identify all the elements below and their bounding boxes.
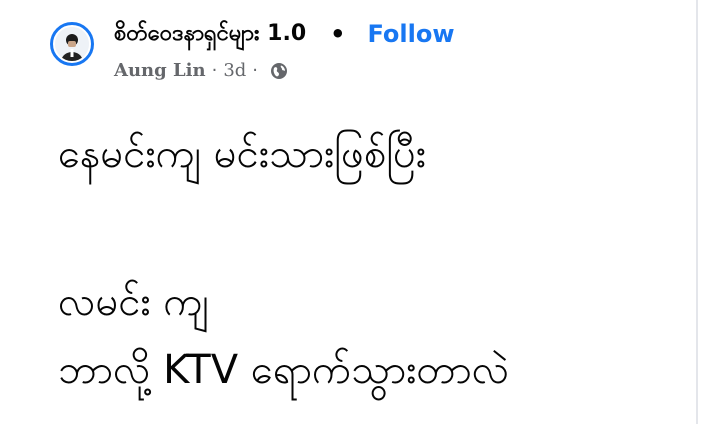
post-meta: Aung Lin · 3d ·: [114, 60, 700, 81]
post-text-line: ဘာလို့ KTV ရောက်သွားတာလဲ: [58, 347, 510, 393]
title-separator: •: [330, 20, 346, 48]
title-row: စိတ်ဝေဒနာရှင်များ 1.0 • Follow: [114, 14, 700, 54]
globe-icon[interactable]: [270, 62, 288, 80]
post-text-line: လမင်း ကျ: [58, 279, 209, 325]
author-link[interactable]: Aung Lin: [114, 60, 206, 81]
follow-button[interactable]: Follow: [368, 20, 455, 48]
person-icon: [55, 27, 89, 61]
post-card: စိတ်ဝေဒနာရှင်များ 1.0 • Follow Aung Lin …: [0, 0, 720, 424]
group-name-link[interactable]: စိတ်ဝေဒနာရှင်များ 1.0: [114, 18, 306, 51]
post-timestamp[interactable]: 3d: [223, 60, 246, 81]
post-text-line: နေမင်းကျ မင်းသားဖြစ်ပြီး: [58, 131, 427, 177]
header-text: စိတ်ဝေဒနာရှင်များ 1.0 • Follow Aung Lin …: [114, 14, 700, 81]
meta-separator: ·: [252, 60, 259, 81]
group-avatar[interactable]: [50, 22, 94, 66]
post-header: စိတ်ဝေဒနာရှင်များ 1.0 • Follow Aung Lin …: [50, 14, 700, 94]
meta-separator: ·: [211, 60, 218, 81]
avatar-image: [55, 27, 89, 61]
